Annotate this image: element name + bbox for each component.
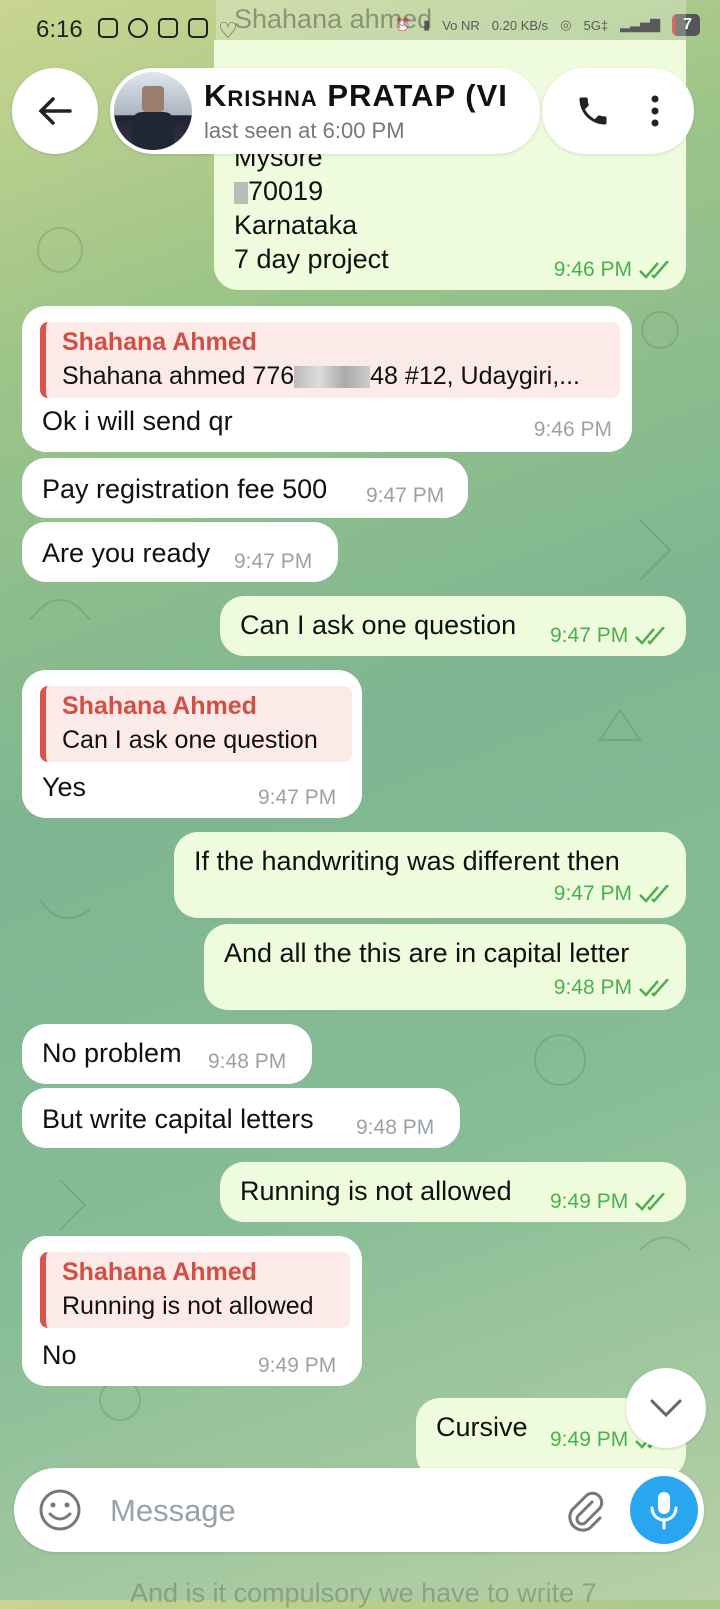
emoji-icon[interactable]: [38, 1488, 82, 1532]
redacted-digit: [234, 181, 248, 204]
header-actions: [542, 68, 694, 154]
message-text: Ok i will send qr: [42, 406, 233, 436]
message-composer: [14, 1468, 704, 1552]
message-text: Running is not allowed: [240, 1176, 512, 1206]
message-text: Cursive: [436, 1412, 528, 1442]
quote-text: Running is not allowed: [62, 1292, 314, 1320]
whatsapp-icon: [128, 18, 148, 38]
quote-author: Shahana Ahmed: [62, 692, 257, 720]
message-time: 9:47 PM: [550, 624, 668, 648]
message-time: 9:46 PM: [533, 418, 612, 441]
double-check-icon: [639, 979, 669, 997]
avatar-body: [132, 112, 174, 150]
avatar[interactable]: [114, 72, 192, 150]
time-text: 9:48 PM: [553, 976, 632, 999]
reply-quote[interactable]: Shahana Ahmed Shahana ahmed 776 48 #12, U…: [40, 322, 620, 398]
message-bubble-incoming[interactable]: Pay registration fee 500 9:47 PM: [22, 458, 468, 518]
quote-author: Shahana Ahmed: [62, 1258, 257, 1286]
quote-text-suffix: 48 #12, Udaygiri,...: [370, 362, 580, 390]
time-text: 9:46 PM: [553, 258, 632, 281]
status-time: 6:16: [36, 16, 83, 43]
time-text: 9:49 PM: [550, 1428, 629, 1451]
pincode-text: 70019: [248, 176, 324, 206]
double-check-icon: [635, 627, 666, 645]
more-vertical-icon[interactable]: [649, 93, 661, 129]
message-time: 9:47 PM: [366, 484, 445, 507]
time-text: 9:47 PM: [550, 624, 629, 647]
quote-text: Can I ask one question: [62, 726, 318, 754]
message-bubble-incoming[interactable]: But write capital letters 9:48 PM: [22, 1088, 460, 1148]
chevron-down-icon: [650, 1399, 682, 1418]
avatar-face: [142, 86, 164, 112]
last-seen-status: last seen at 6:00 PM: [204, 118, 405, 143]
time-text: 9:49 PM: [550, 1190, 629, 1213]
reply-quote[interactable]: Shahana Ahmed Can I ask one question: [40, 686, 352, 762]
message-time: 9:49 PM: [258, 1354, 337, 1377]
message-bubble-incoming[interactable]: Shahana Ahmed Can I ask one question Yes…: [22, 670, 362, 818]
message-time: 9:48 PM: [356, 1116, 435, 1139]
message-bubble-outgoing[interactable]: And all the this are in capital letter 9…: [204, 924, 686, 1010]
check-icon: [158, 18, 178, 38]
message-text: Are you ready: [42, 538, 211, 568]
message-text-line: Karnataka: [234, 210, 358, 240]
back-button[interactable]: [12, 68, 98, 154]
message-text-line: 7 day project: [234, 244, 389, 274]
message-bubble-outgoing[interactable]: Can I ask one question 9:47 PM: [220, 596, 686, 656]
message-text: Can I ask one question: [240, 610, 517, 640]
double-check-icon: [639, 885, 669, 903]
reply-quote[interactable]: Shahana Ahmed Running is not allowed: [40, 1252, 350, 1328]
scroll-down-button[interactable]: [626, 1368, 706, 1448]
message-bubble-outgoing[interactable]: If the handwriting was different then 9:…: [174, 832, 686, 918]
chat-header[interactable]: Krishna PRATAP (VI last seen at 6:00 PM: [110, 68, 540, 154]
message-text: And all the this are in capital letter: [224, 938, 630, 968]
message-input[interactable]: [108, 1480, 542, 1542]
overlay-name: Shahana ahmed: [234, 4, 433, 34]
message-text: If the handwriting was different then: [194, 846, 620, 876]
double-check-icon: [635, 1193, 666, 1211]
message-text: Yes: [42, 772, 87, 802]
quote-author: Shahana Ahmed: [62, 328, 257, 356]
phone-icon[interactable]: [575, 93, 611, 129]
message-bubble-incoming[interactable]: Are you ready 9:47 PM: [22, 522, 338, 582]
message-text: No: [42, 1340, 77, 1370]
microphone-button[interactable]: [630, 1476, 698, 1544]
message-bubble-incoming[interactable]: No problem 9:48 PM: [22, 1024, 312, 1084]
paperclip-icon[interactable]: [562, 1488, 606, 1532]
quote-text: Shahana ahmed 776 48 #12, Udaygiri,...: [62, 362, 580, 391]
arrow-left-icon: [38, 97, 72, 125]
partial-message-below: And is it compulsory we have to write 7: [130, 1578, 597, 1608]
chat-title: Krishna PRATAP (VI: [204, 78, 508, 113]
microphone-icon: [650, 1492, 678, 1530]
message-bubble-incoming[interactable]: Shahana Ahmed Shahana ahmed 776 48 #12, U…: [22, 306, 632, 452]
message-bubble-outgoing[interactable]: Running is not allowed 9:49 PM: [220, 1162, 686, 1222]
instagram-icon: [98, 18, 118, 38]
message-time: 9:47 PM: [554, 882, 672, 906]
message-time: 9:48 PM: [208, 1050, 287, 1073]
message-time: 9:47 PM: [234, 550, 313, 573]
message-text: Pay registration fee 500: [42, 474, 328, 504]
message-time: 9:47 PM: [258, 786, 337, 809]
message-time: 9:48 PM: [554, 976, 672, 1000]
double-check-icon: [639, 261, 669, 279]
message-time: 9:46 PM: [554, 258, 672, 282]
redacted-number: [294, 366, 371, 389]
message-bubble-incoming[interactable]: Shahana Ahmed Running is not allowed No …: [22, 1236, 362, 1386]
time-text: 9:47 PM: [553, 882, 632, 905]
message-text: But write capital letters: [42, 1104, 314, 1134]
app-icon: [188, 18, 208, 38]
message-text: No problem: [42, 1038, 182, 1068]
quote-text-prefix: Shahana ahmed 776: [62, 362, 295, 390]
message-text-line: 70019: [234, 176, 323, 207]
message-time: 9:49 PM: [550, 1190, 668, 1214]
